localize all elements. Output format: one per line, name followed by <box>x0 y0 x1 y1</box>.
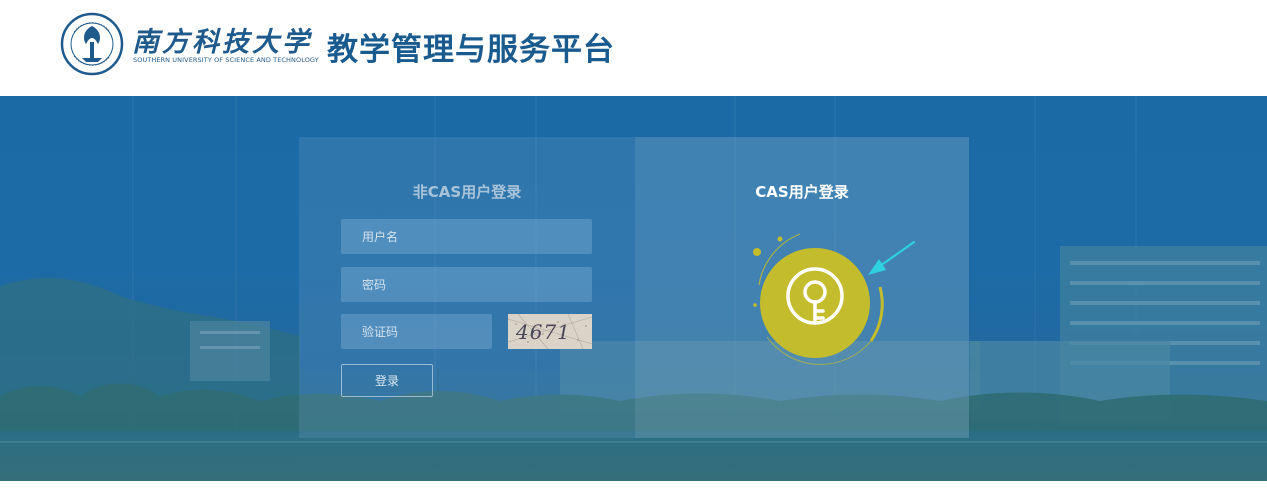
footer-strip <box>0 481 1267 493</box>
header: 南方科技大学 SOUTHERN UNIVERSITY OF SCIENCE AN… <box>0 0 1267 96</box>
cas-login-panel: CAS用户登录 <box>635 137 969 438</box>
login-button[interactable]: 登录 <box>341 364 433 397</box>
cas-login-title: CAS用户登录 <box>755 183 849 201</box>
university-name-cn: 南方科技大学 <box>132 27 312 58</box>
hero-background: 非CAS用户登录 4671 登录 CAS用户登录 <box>0 96 1267 481</box>
captcha-image[interactable]: 4671 <box>508 314 592 349</box>
arrow-icon <box>868 240 916 275</box>
platform-title: 教学管理与服务平台 <box>327 32 615 68</box>
university-seal-icon <box>60 12 124 76</box>
captcha-text: 4671 <box>515 320 571 344</box>
username-input[interactable] <box>341 219 592 254</box>
university-name-en: SOUTHERN UNIVERSITY OF SCIENCE AND TECHN… <box>133 56 319 64</box>
non-cas-login-panel: 非CAS用户登录 4671 登录 <box>299 137 635 438</box>
captcha-input[interactable] <box>341 314 492 349</box>
cas-login-button[interactable] <box>730 225 920 385</box>
non-cas-login-title: 非CAS用户登录 <box>412 183 522 201</box>
password-input[interactable] <box>341 267 592 302</box>
